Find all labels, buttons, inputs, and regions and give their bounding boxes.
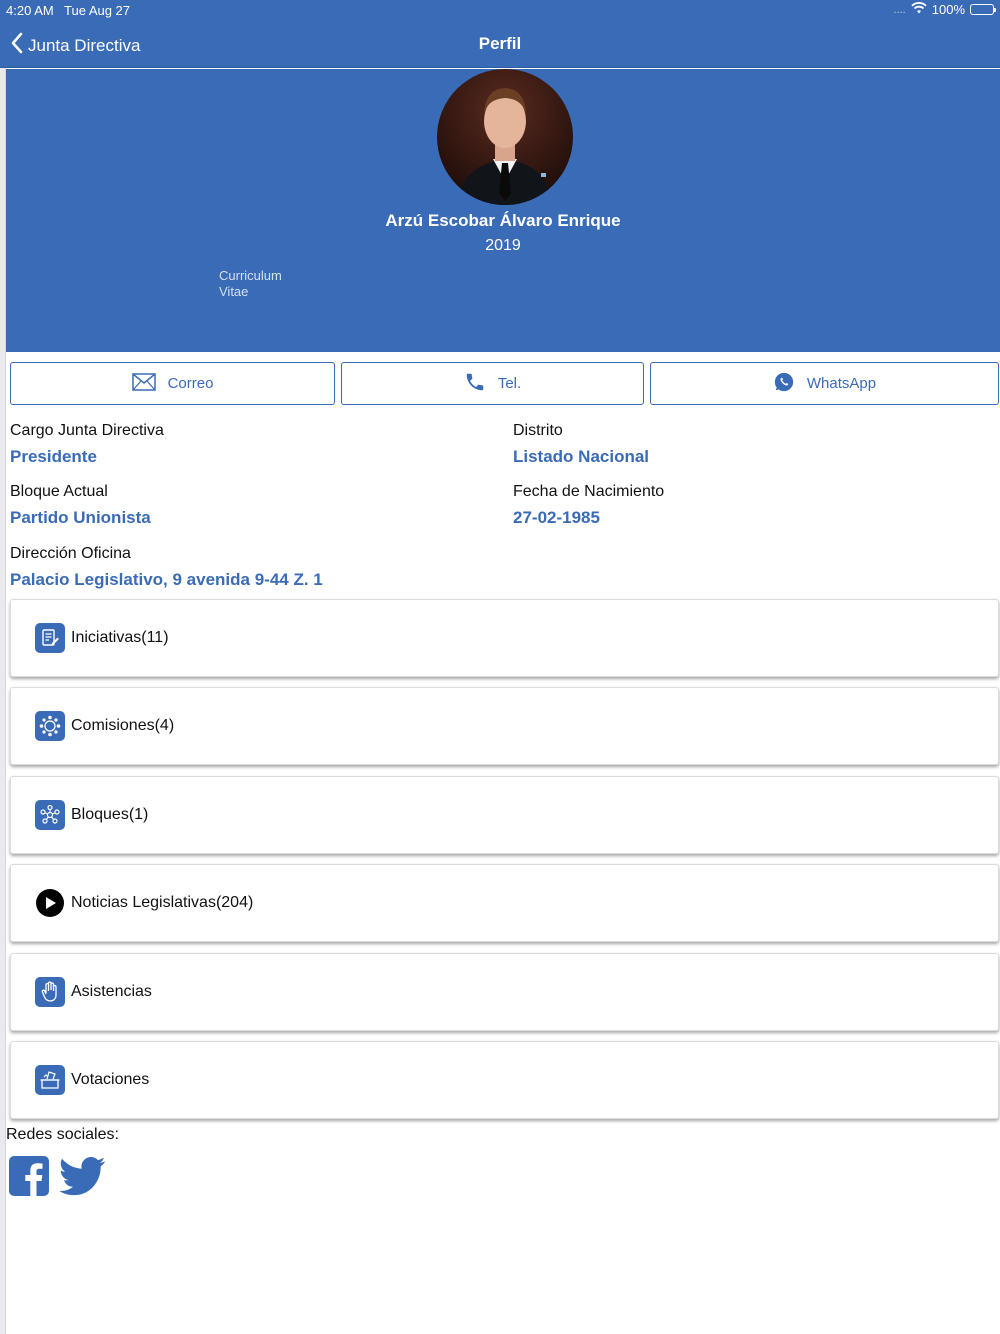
whatsapp-button-label: WhatsApp <box>806 375 877 392</box>
distrito-value: Listado Nacional <box>513 447 650 466</box>
bloque-value: Partido Unionista <box>10 508 151 527</box>
twitter-icon[interactable] <box>59 1156 106 1201</box>
direccion-value: Palacio Legislativo, 9 avenida 9-44 Z. 1 <box>10 570 323 589</box>
play-icon <box>36 889 64 917</box>
email-button-label: Correo <box>167 375 214 392</box>
wifi-icon <box>911 2 927 17</box>
nacimiento-label: Fecha de Nacimiento <box>513 483 665 500</box>
avatar <box>437 69 573 205</box>
menu-item-asistencias[interactable]: Asistencias <box>10 953 999 1031</box>
profile-year: 2019 <box>485 237 521 254</box>
profile-name: Arzú Escobar Álvaro Enrique <box>385 211 621 230</box>
distrito-label: Distrito <box>513 422 563 439</box>
phone-icon <box>464 371 486 397</box>
cargo-value: Presidente <box>10 447 97 466</box>
menu-item-label: Bloques(1) <box>71 806 149 823</box>
email-button[interactable]: Correo <box>10 362 335 405</box>
status-right: .... 100% <box>893 2 996 17</box>
battery-percent: 100% <box>931 2 965 17</box>
hand-icon <box>35 977 65 1007</box>
bloque-label: Bloque Actual <box>10 483 108 500</box>
nacimiento-value: 27-02-1985 <box>513 508 600 527</box>
ballot-box-icon <box>35 1065 65 1095</box>
document-edit-icon <box>35 623 65 653</box>
committee-icon <box>35 711 65 741</box>
menu-item-label: Votaciones <box>71 1071 150 1088</box>
network-icon <box>35 800 65 830</box>
menu-item-label: Asistencias <box>71 983 152 1000</box>
status-date: Tue Aug 27 <box>64 3 131 18</box>
phone-button-label: Tel. <box>497 375 522 392</box>
battery-icon <box>970 4 996 15</box>
social-networks-label: Redes sociales: <box>6 1126 119 1143</box>
menu-item-votaciones[interactable]: Votaciones <box>10 1041 999 1119</box>
menu-item-label: Comisiones(4) <box>71 717 175 734</box>
menu-item-label: Noticias Legislativas(204) <box>71 894 254 911</box>
navigation-bar: Junta Directiva Perfil <box>0 20 1000 68</box>
status-bar: 4:20 AM Tue Aug 27 .... 100% <box>0 0 1000 20</box>
menu-item-label: Iniciativas(11) <box>71 629 169 646</box>
direccion-label: Dirección Oficina <box>10 545 131 562</box>
envelope-icon <box>131 372 156 395</box>
page-title: Perfil <box>478 34 522 53</box>
menu-item-noticias[interactable]: Noticias Legislativas(204) <box>10 864 999 942</box>
status-time: 4:20 AM <box>6 3 54 18</box>
whatsapp-icon <box>773 371 795 397</box>
curriculum-vitae-link[interactable]: Curriculum Vitae <box>219 268 299 300</box>
menu-item-iniciativas[interactable]: Iniciativas(11) <box>10 599 999 677</box>
profile-header: Arzú Escobar Álvaro Enrique 2019 Curricu… <box>6 69 1000 352</box>
menu-item-comisiones[interactable]: Comisiones(4) <box>10 687 999 765</box>
menu-item-bloques[interactable]: Bloques(1) <box>10 776 999 854</box>
facebook-icon[interactable] <box>9 1156 49 1201</box>
signal-dots: .... <box>893 3 906 16</box>
phone-button[interactable]: Tel. <box>341 362 644 405</box>
whatsapp-button[interactable]: WhatsApp <box>650 362 999 405</box>
cargo-label: Cargo Junta Directiva <box>10 422 164 439</box>
